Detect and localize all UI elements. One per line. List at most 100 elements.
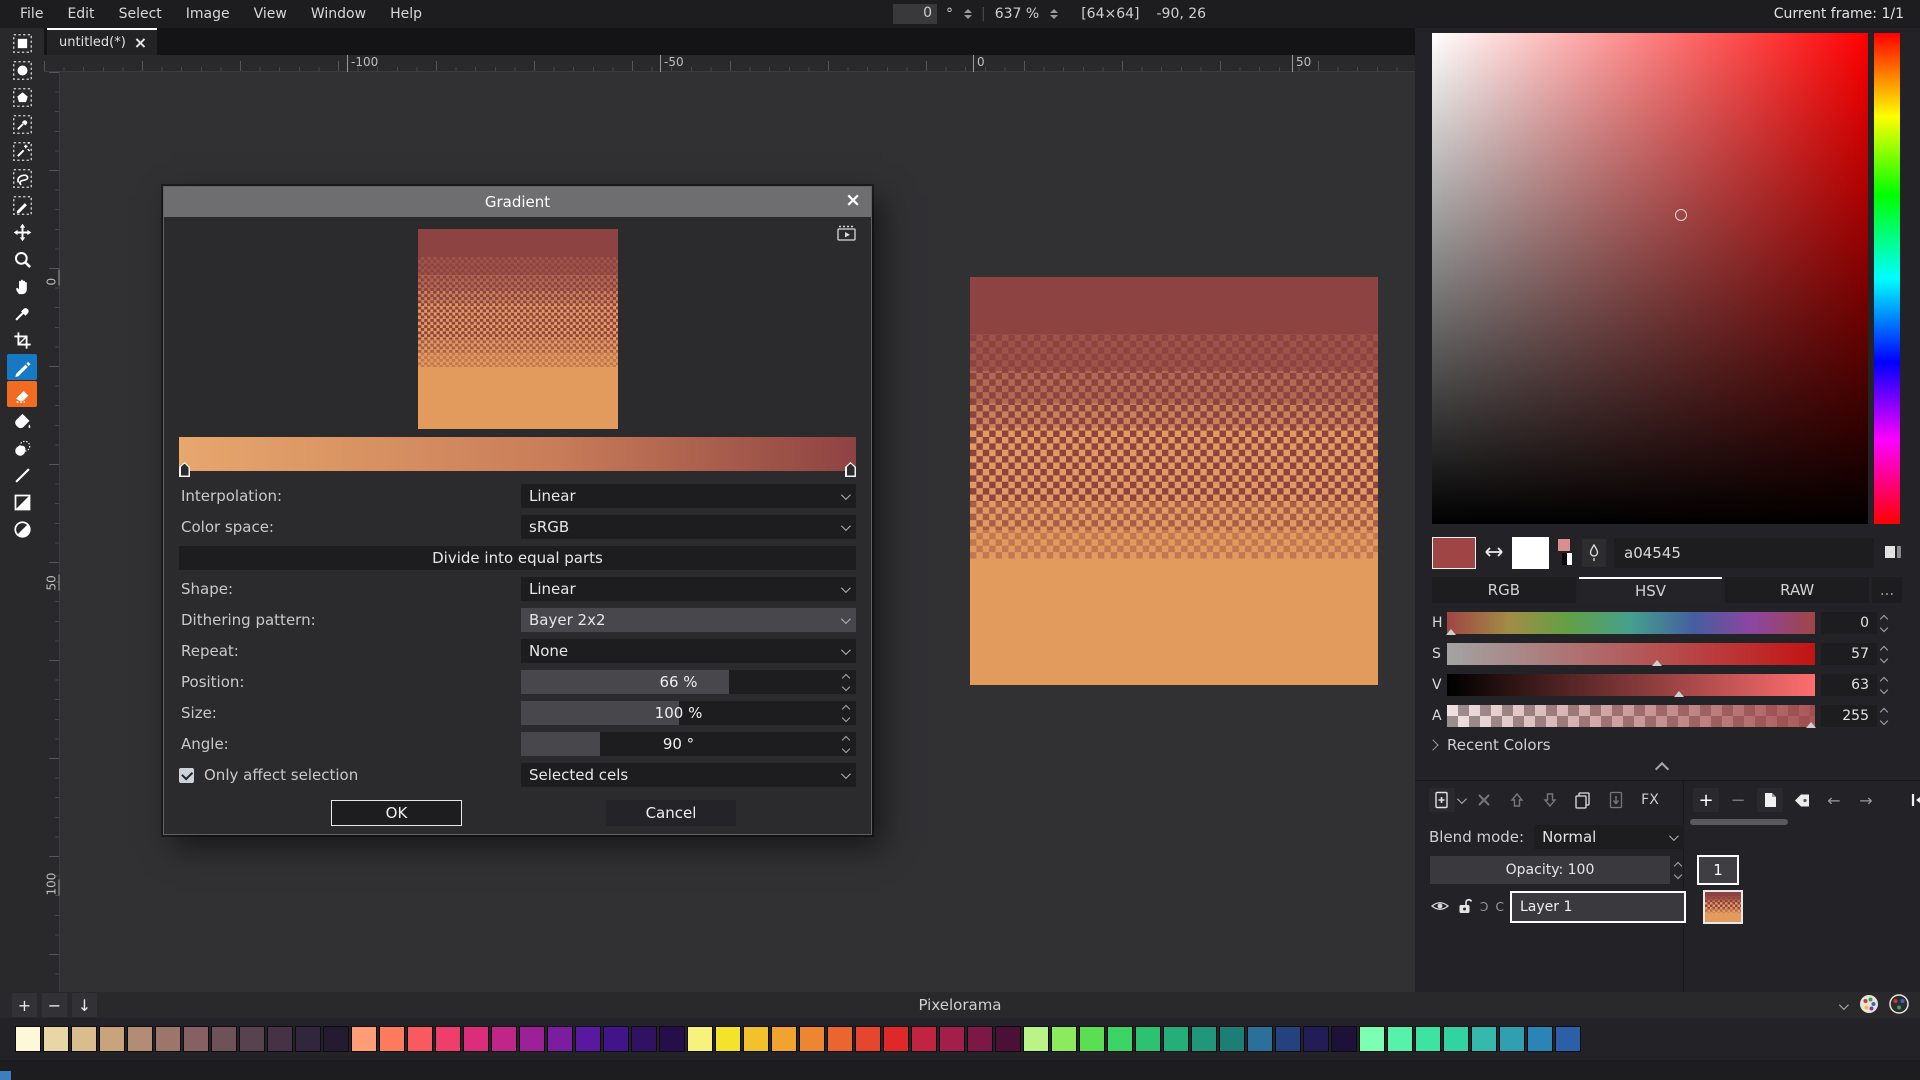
opacity-slider[interactable]: Opacity: 100 xyxy=(1430,856,1670,884)
repeat-dropdown[interactable]: None xyxy=(521,639,856,663)
palette-swatch[interactable] xyxy=(939,1026,965,1052)
link-cels-icon[interactable]: Ɔ xyxy=(1480,900,1488,914)
saturation-spinner[interactable] xyxy=(1881,647,1887,662)
palette-swatch[interactable] xyxy=(1275,1026,1301,1052)
dithering-dropdown[interactable]: Bayer 2x2 xyxy=(521,608,856,632)
display-mode-icon[interactable] xyxy=(1884,544,1902,563)
layer-lock-icon[interactable] xyxy=(1457,897,1473,918)
palette-swatch[interactable] xyxy=(1387,1026,1413,1052)
delete-layer-button[interactable] xyxy=(1471,788,1497,812)
opacity-spinner[interactable] xyxy=(1675,863,1681,878)
tool-line[interactable] xyxy=(7,462,37,488)
animate-properties-icon[interactable] xyxy=(837,225,857,245)
layer-fx-button[interactable]: FX xyxy=(1636,788,1664,812)
zoom-value[interactable]: 637 % xyxy=(995,6,1039,22)
tool-eraser[interactable] xyxy=(7,381,37,407)
tool-rectangle[interactable] xyxy=(7,489,37,515)
value-slider[interactable] xyxy=(1447,674,1815,696)
edit-palette-icon[interactable] xyxy=(1858,993,1880,1019)
ruler-vertical[interactable]: 050100 xyxy=(44,72,60,992)
palette-swatch[interactable] xyxy=(1415,1026,1441,1052)
tab-more[interactable]: ... xyxy=(1872,577,1902,603)
palette-swatch[interactable] xyxy=(1303,1026,1329,1052)
palette-swatch[interactable] xyxy=(1555,1026,1581,1052)
ok-button[interactable]: OK xyxy=(331,800,462,826)
menu-select[interactable]: Select xyxy=(107,6,174,22)
move-frame-left-button[interactable]: ← xyxy=(1821,788,1847,812)
cel-thumbnail[interactable] xyxy=(1703,890,1743,924)
interpolation-dropdown[interactable]: Linear xyxy=(521,484,856,508)
palette-swatch[interactable] xyxy=(1499,1026,1525,1052)
tool-zoom[interactable] xyxy=(7,246,37,272)
move-layer-up-button[interactable] xyxy=(1504,788,1530,812)
palette-swatch[interactable] xyxy=(603,1026,629,1052)
palette-swatch[interactable] xyxy=(267,1026,293,1052)
tool-rectangle-select[interactable] xyxy=(7,30,37,56)
palette-swatch[interactable] xyxy=(799,1026,825,1052)
palette-swatch[interactable] xyxy=(1023,1026,1049,1052)
hue-slider[interactable] xyxy=(1447,612,1815,634)
menu-file[interactable]: File xyxy=(8,6,55,22)
tag-frame-button[interactable] xyxy=(1789,788,1815,812)
merge-layer-down-button[interactable] xyxy=(1603,788,1629,812)
palette-swatch[interactable] xyxy=(1163,1026,1189,1052)
alpha-slider[interactable] xyxy=(1447,705,1815,727)
palette-swatch[interactable] xyxy=(547,1026,573,1052)
tool-ellipse-select[interactable] xyxy=(7,57,37,83)
clone-frame-button[interactable] xyxy=(1757,788,1783,812)
gradient-editor[interactable] xyxy=(179,437,856,477)
ruler-horizontal[interactable]: -100-50050 xyxy=(44,55,1415,72)
alpha-spinner[interactable] xyxy=(1881,709,1887,724)
tool-lasso[interactable] xyxy=(7,165,37,191)
palette-swatch[interactable] xyxy=(183,1026,209,1052)
palette-swatch[interactable] xyxy=(1471,1026,1497,1052)
hex-color-input[interactable] xyxy=(1614,538,1874,568)
move-layer-down-button[interactable] xyxy=(1537,788,1563,812)
collapse-panel-icon[interactable] xyxy=(1655,762,1669,776)
position-spinner[interactable] xyxy=(836,670,856,694)
palette-swatch[interactable] xyxy=(295,1026,321,1052)
palette-swatch[interactable] xyxy=(379,1026,405,1052)
palette-swatch[interactable] xyxy=(575,1026,601,1052)
shape-dropdown[interactable]: Linear xyxy=(521,577,856,601)
saturation-value-picker[interactable] xyxy=(1432,33,1868,524)
palette-swatch[interactable] xyxy=(967,1026,993,1052)
palette-swatch[interactable] xyxy=(687,1026,713,1052)
remove-frame-button[interactable]: − xyxy=(1725,788,1751,812)
tool-color-picker[interactable] xyxy=(7,300,37,326)
sv-cursor[interactable] xyxy=(1675,209,1687,221)
palette-swatch[interactable] xyxy=(1247,1026,1273,1052)
size-slider[interactable]: 100 % xyxy=(521,701,856,725)
palette-swatch[interactable] xyxy=(659,1026,685,1052)
tool-ellipse[interactable] xyxy=(7,516,37,542)
color-space-dropdown[interactable]: sRGB xyxy=(521,515,856,539)
value-value[interactable]: 63 xyxy=(1821,674,1877,696)
zoom-spinner[interactable] xyxy=(1050,9,1058,19)
rotation-spinner[interactable] xyxy=(964,9,972,19)
palette-swatch[interactable] xyxy=(351,1026,377,1052)
palette-swatch[interactable] xyxy=(1107,1026,1133,1052)
swap-colors-icon[interactable] xyxy=(1482,544,1506,563)
tool-select-by-color[interactable] xyxy=(7,111,37,137)
palette-swatch[interactable] xyxy=(1331,1026,1357,1052)
palette-swatch[interactable] xyxy=(463,1026,489,1052)
palette-swatch[interactable] xyxy=(1051,1026,1077,1052)
menu-window[interactable]: Window xyxy=(299,6,378,22)
palette-swatch[interactable] xyxy=(71,1026,97,1052)
hue-spinner[interactable] xyxy=(1881,616,1887,631)
dialog-title-bar[interactable]: Gradient × xyxy=(164,187,871,217)
add-frame-button[interactable]: + xyxy=(1693,788,1719,812)
layer-visibility-icon[interactable] xyxy=(1430,898,1450,917)
palette-swatch[interactable] xyxy=(155,1026,181,1052)
palette-swatch[interactable] xyxy=(43,1026,69,1052)
add-layer-button[interactable] xyxy=(1429,788,1455,812)
palette-swatch[interactable] xyxy=(743,1026,769,1052)
tool-paint-select[interactable] xyxy=(7,192,37,218)
palette-swatch[interactable] xyxy=(827,1026,853,1052)
tool-pencil[interactable] xyxy=(7,354,37,380)
palette-swatch[interactable] xyxy=(435,1026,461,1052)
secondary-color-swatch[interactable] xyxy=(1512,537,1550,569)
primary-color-swatch[interactable] xyxy=(1432,537,1476,569)
palette-swatch[interactable] xyxy=(323,1026,349,1052)
recent-colors-expander[interactable]: Recent Colors xyxy=(1429,736,1551,754)
